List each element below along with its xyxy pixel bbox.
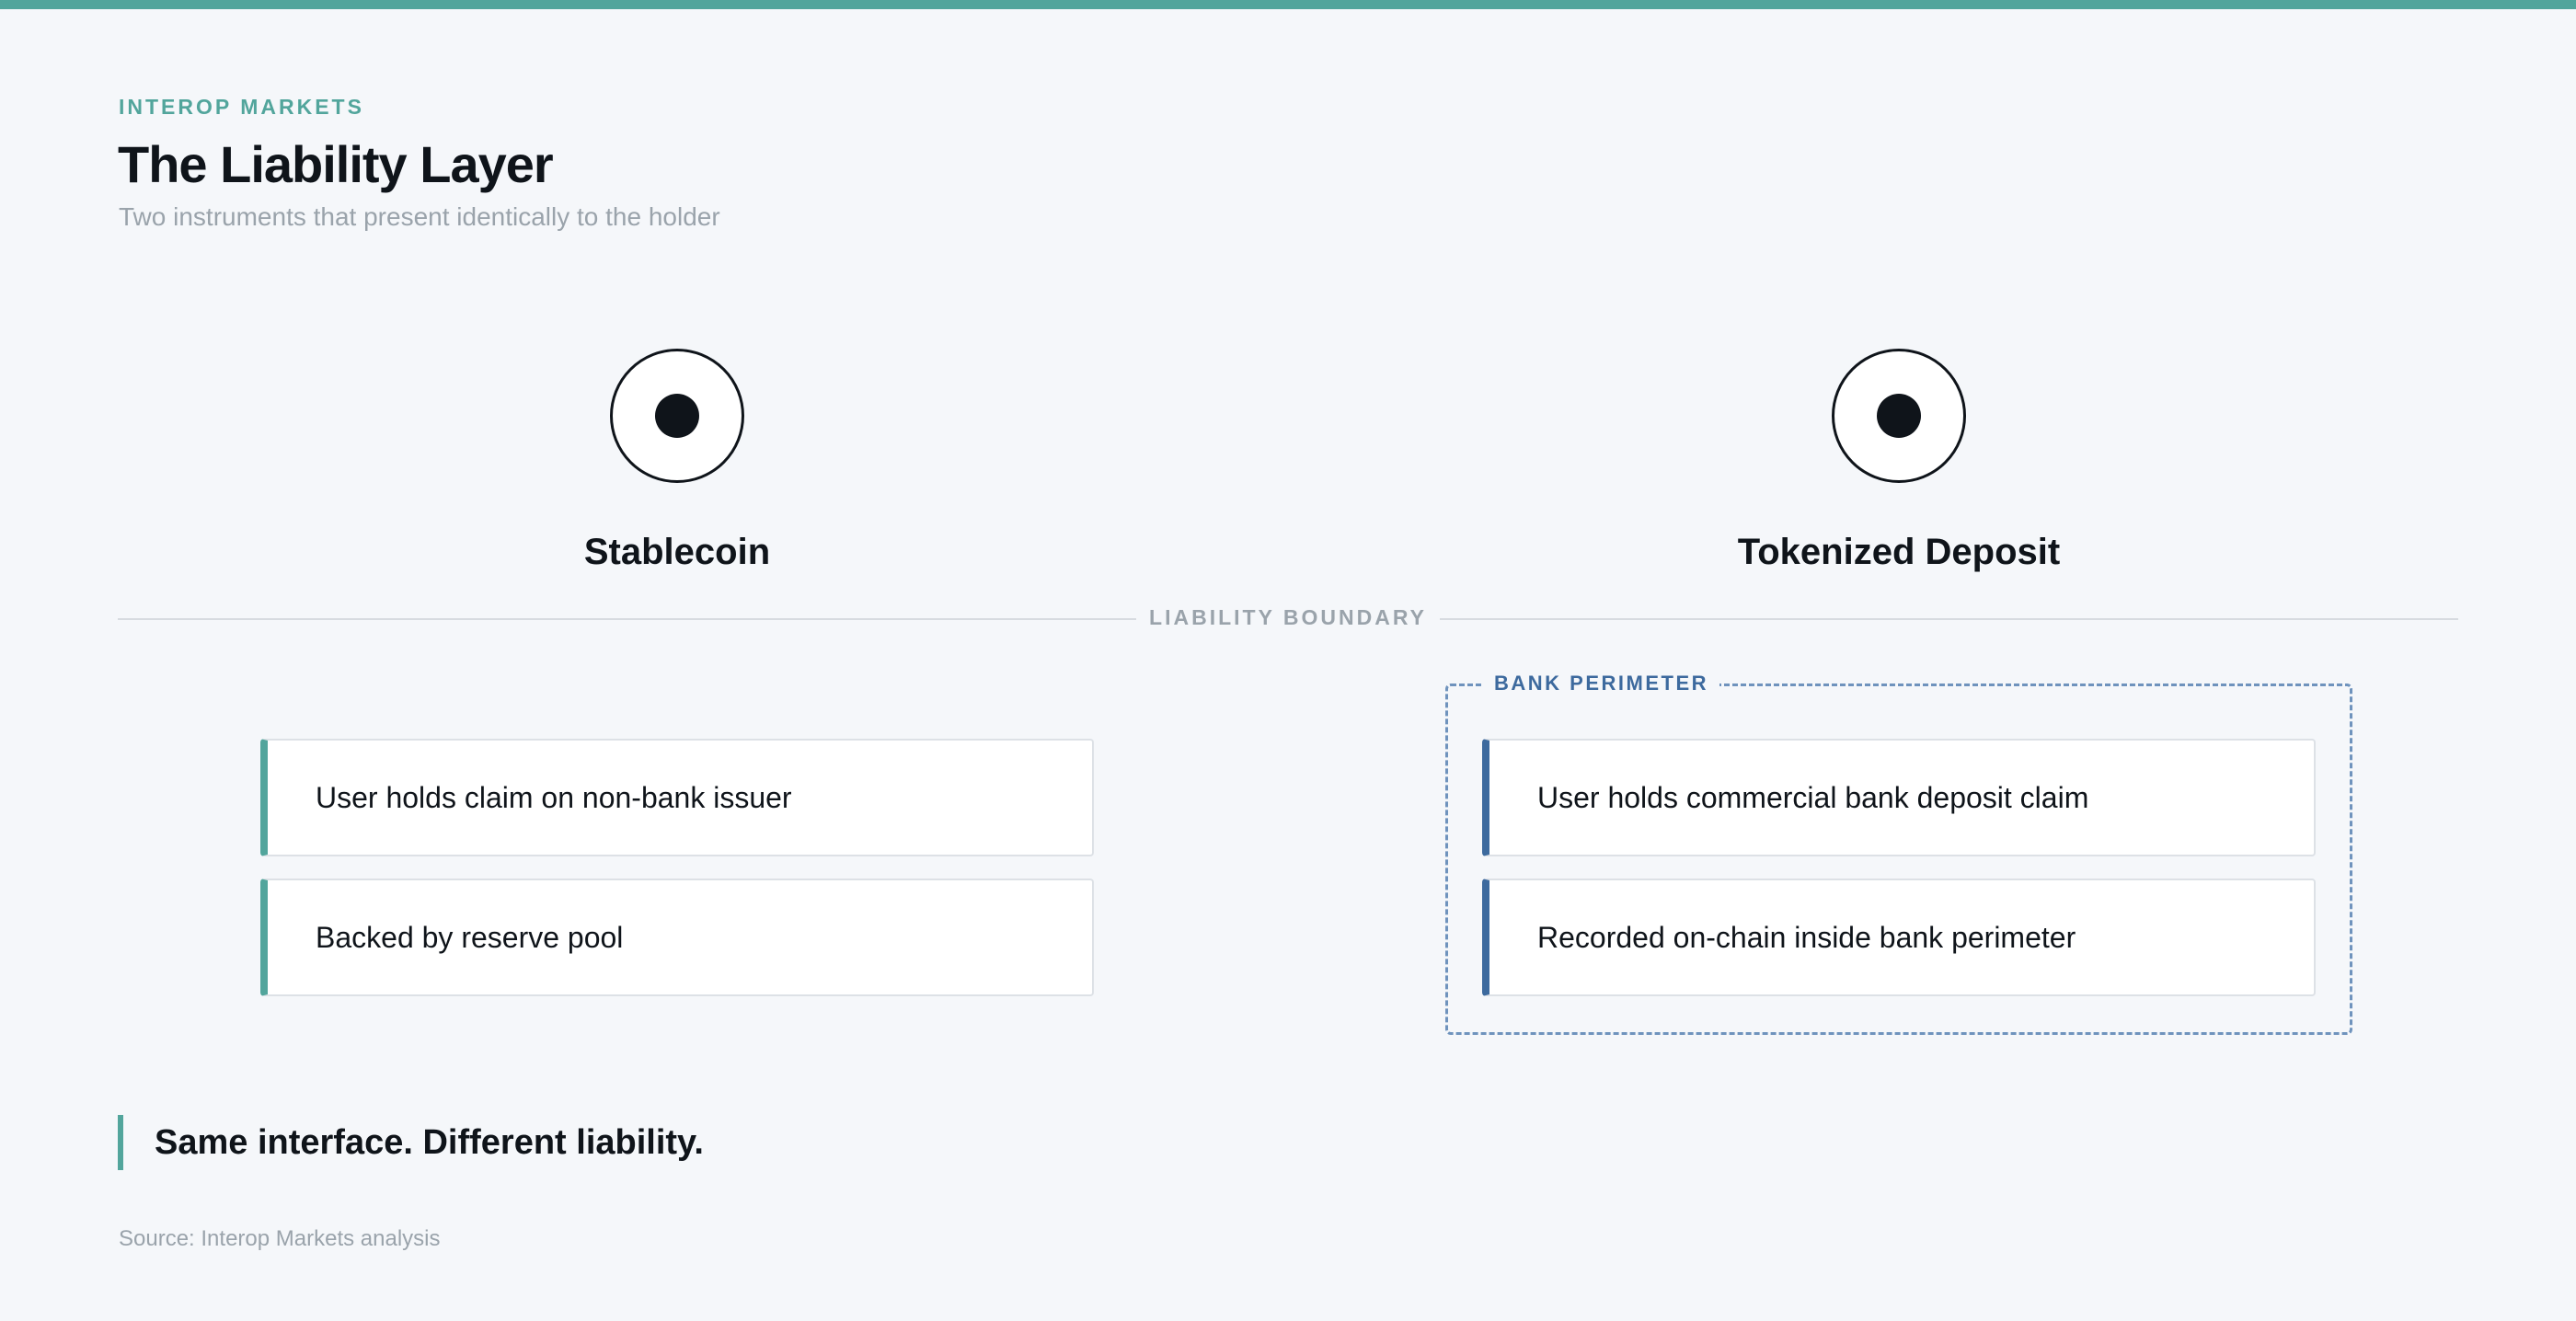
holder-icon-dot: [1877, 394, 1921, 438]
liability-boundary-label: LIABILITY BOUNDARY: [1149, 605, 1427, 629]
column-title-tokenized-deposit: Tokenized Deposit: [1737, 532, 2061, 572]
source-note: Source: Interop Markets analysis: [119, 1226, 441, 1251]
liability-layer-diagram: INTEROP MARKETS The Liability Layer Two …: [0, 0, 2576, 1321]
holder-icon: [1832, 349, 1966, 483]
takeaway-callout: Same interface. Different liability.: [118, 1115, 704, 1170]
holder-icon: [610, 349, 744, 483]
stablecoin-backing-card: Backed by reserve pool: [260, 879, 1094, 996]
column-title-stablecoin: Stablecoin: [583, 532, 771, 572]
stablecoin-claim-card: User holds claim on non-bank issuer: [260, 739, 1094, 856]
liability-boundary-line-right: [1440, 618, 2458, 620]
tokenized-deposit-record-card: Recorded on-chain inside bank perimeter: [1482, 879, 2316, 996]
eyebrow-label: INTEROP MARKETS: [119, 95, 364, 119]
page-title: The Liability Layer: [118, 135, 554, 193]
top-accent-bar: [0, 0, 2576, 9]
page-subtitle: Two instruments that present identically…: [119, 202, 720, 231]
liability-boundary-line-left: [118, 618, 1136, 620]
bank-perimeter-label: BANK PERIMETER: [1483, 672, 1720, 695]
tokenized-deposit-claim-card: User holds commercial bank deposit claim: [1482, 739, 2316, 856]
holder-icon-dot: [655, 394, 699, 438]
